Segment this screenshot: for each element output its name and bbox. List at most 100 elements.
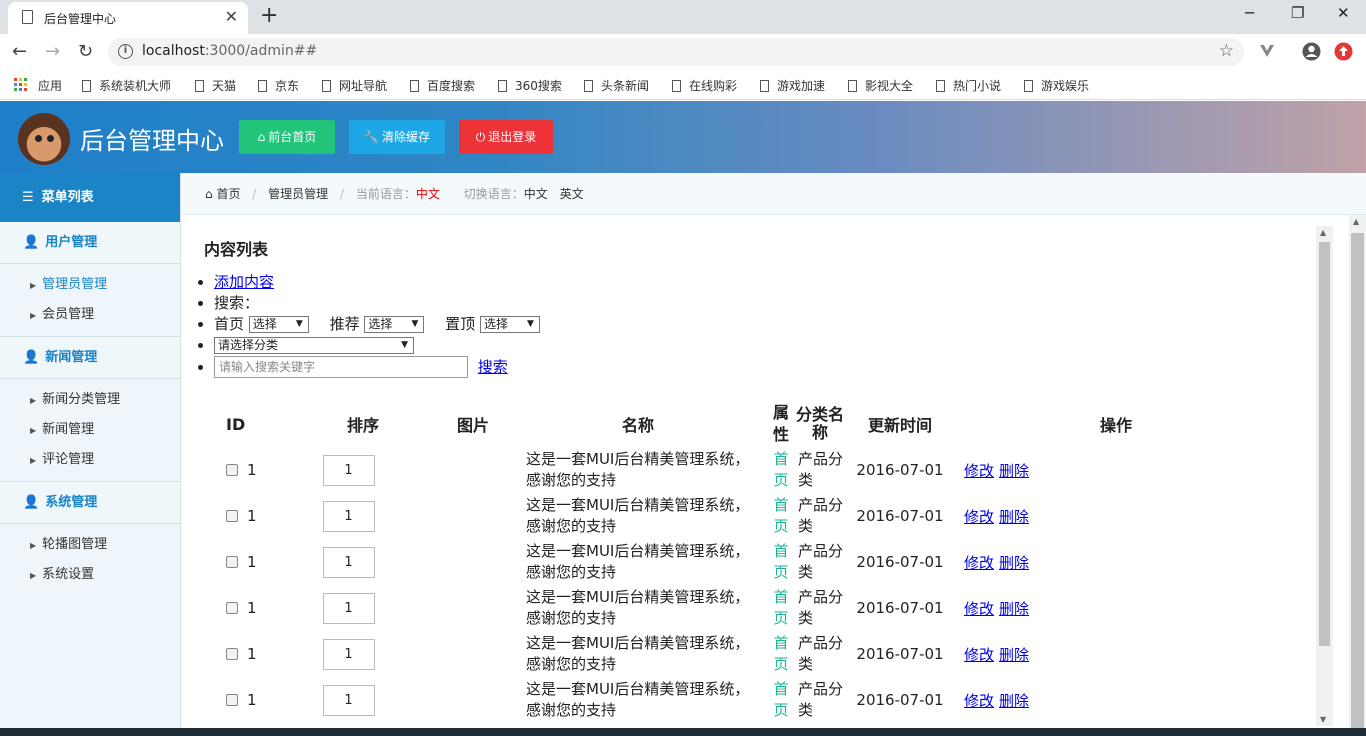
scrollbar-thumb[interactable] (1319, 242, 1330, 646)
cell-order: 1 (288, 677, 438, 723)
sidebar: ☰ 菜单列表 👤 用户管理 ▶ 管理员管理 ▶ 会员管理 👤 新闻管理 ▶ 新闻分类管理 ▶… (0, 173, 181, 736)
bookmark-item[interactable]: 系统装机大师 (82, 77, 171, 94)
breadcrumb-page[interactable]: 管理员管理 (268, 187, 328, 201)
scrollbar-thumb[interactable] (1351, 233, 1364, 728)
search-input[interactable]: 请输入搜索关键字 (214, 356, 468, 378)
avatar-eye (47, 135, 54, 142)
bookmark-item[interactable]: 游戏娱乐 (1024, 77, 1089, 94)
clear-cache-button[interactable]: 🔧 清除缓存 (349, 120, 445, 154)
row-checkbox[interactable] (226, 648, 238, 660)
row-checkbox[interactable] (226, 556, 238, 568)
add-content-link[interactable]: 添加内容 (214, 273, 274, 291)
sidebar-section-news[interactable]: 👤 新闻管理 (0, 337, 180, 379)
table-row: 1 1 这是一套MUI后台精美管理系统，感谢您的支持 首页 产品分类 2016-07-01… (218, 585, 1278, 631)
delete-link[interactable]: 删除 (999, 462, 1029, 480)
bookmark-label: 百度搜索 (427, 79, 476, 93)
bookmark-apps[interactable]: 应用 (38, 77, 62, 94)
row-checkbox[interactable] (226, 694, 238, 706)
order-input[interactable]: 1 (322, 684, 375, 716)
delete-link[interactable]: 删除 (999, 508, 1029, 526)
sidebar-item-carousel[interactable]: ▶ 轮播图管理 (0, 530, 180, 560)
bookmark-item[interactable]: 京东 (258, 77, 299, 94)
cell-id: 1 (218, 585, 288, 631)
row-checkbox[interactable] (226, 464, 238, 476)
edit-link[interactable]: 修改 (964, 600, 994, 618)
window-close-icon[interactable]: ✕ (1337, 4, 1350, 22)
bookmark-label: 在线购彩 (689, 79, 738, 93)
sidebar-section-system[interactable]: 👤 系统管理 (0, 482, 180, 524)
tab-close-icon[interactable]: ✕ (225, 7, 238, 26)
update-icon[interactable] (1334, 42, 1353, 61)
sidebar-item-news[interactable]: ▶ 新闻管理 (0, 415, 180, 445)
bookmark-item[interactable]: 网址导航 (322, 77, 387, 94)
bookmark-item[interactable]: 影视大全 (848, 77, 913, 94)
top-select[interactable]: 选择 ▼ (479, 316, 540, 333)
frontend-home-button[interactable]: ⌂ 前台首页 (239, 120, 335, 154)
table-row: 1 1 这是一套MUI后台精美管理系统，感谢您的支持 首页 产品分类 2016-07-01… (218, 677, 1278, 723)
sidebar-item-news-category[interactable]: ▶ 新闻分类管理 (0, 385, 180, 415)
recommend-select[interactable]: 选择 ▼ (364, 316, 425, 333)
search-link[interactable]: 搜索 (478, 358, 508, 376)
list-item: 请输入搜索关键字 搜索 (214, 356, 540, 378)
select-value: 选择 (483, 317, 508, 331)
sidebar-item-settings[interactable]: ▶ 系统设置 (0, 560, 180, 590)
profile-icon[interactable] (1302, 42, 1321, 61)
scroll-up-icon[interactable]: ▲ (1320, 228, 1326, 237)
home-select[interactable]: 选择 ▼ (248, 316, 309, 333)
back-icon[interactable]: ← (12, 41, 27, 62)
bookmark-item[interactable]: 热门小说 (936, 77, 1001, 94)
order-input[interactable]: 1 (322, 500, 375, 532)
edit-link[interactable]: 修改 (964, 508, 994, 526)
delete-link[interactable]: 删除 (999, 646, 1029, 664)
scroll-up-icon[interactable]: ▲ (1353, 217, 1359, 226)
logout-button[interactable]: ⏻ 退出登录 (459, 120, 553, 154)
row-checkbox[interactable] (226, 510, 238, 522)
breadcrumb-separator: / (340, 187, 345, 201)
info-icon[interactable]: i (118, 44, 133, 59)
delete-link[interactable]: 删除 (999, 600, 1029, 618)
new-tab-icon[interactable]: + (260, 3, 278, 28)
edit-link[interactable]: 修改 (964, 462, 994, 480)
delete-link[interactable]: 删除 (999, 692, 1029, 710)
order-input[interactable]: 1 (322, 546, 375, 578)
sidebar-item-admin[interactable]: ▶ 管理员管理 (0, 270, 180, 300)
url-input[interactable]: i localhost:3000/admin## ☆ (108, 38, 1244, 66)
scroll-down-icon[interactable]: ▼ (1320, 715, 1326, 724)
language-zh-link[interactable]: 中文 (524, 187, 548, 201)
edit-link[interactable]: 修改 (964, 692, 994, 710)
maximize-icon[interactable]: ❐ (1291, 4, 1304, 22)
edit-link[interactable]: 修改 (964, 646, 994, 664)
bookmark-item[interactable]: 360搜索 (498, 77, 562, 94)
page-icon (498, 80, 507, 92)
sidebar-section-users[interactable]: 👤 用户管理 (0, 222, 180, 264)
order-input[interactable]: 1 (322, 454, 375, 486)
breadcrumb-home[interactable]: 首页 (216, 187, 240, 201)
bookmark-label: 头条新闻 (601, 79, 650, 93)
edit-link[interactable]: 修改 (964, 554, 994, 572)
order-input[interactable]: 1 (322, 638, 375, 670)
reload-icon[interactable]: ↻ (78, 41, 93, 62)
content-scrollbar[interactable]: ▲ ▼ (1316, 226, 1333, 726)
bookmark-item[interactable]: 百度搜索 (410, 77, 475, 94)
bookmark-item[interactable]: 头条新闻 (584, 77, 649, 94)
page-scrollbar[interactable]: ▲ (1349, 215, 1366, 728)
language-en-link[interactable]: 英文 (560, 187, 584, 201)
cell-ops: 修改 删除 (954, 585, 1278, 631)
cell-attr: 首页 (773, 450, 789, 489)
category-select[interactable]: 请选择分类 ▼ (214, 337, 414, 354)
bookmark-item[interactable]: 天猫 (195, 77, 236, 94)
extension-icon[interactable] (1258, 42, 1276, 60)
bookmark-item[interactable]: 游戏加速 (760, 77, 825, 94)
sidebar-item-comments[interactable]: ▶ 评论管理 (0, 445, 180, 475)
forward-icon[interactable]: → (45, 41, 60, 62)
sidebar-item-members[interactable]: ▶ 会员管理 (0, 300, 180, 330)
bookmark-star-icon[interactable]: ☆ (1219, 41, 1234, 61)
browser-tab[interactable]: 后台管理中心 ✕ (8, 2, 248, 34)
order-input[interactable]: 1 (322, 592, 375, 624)
delete-link[interactable]: 删除 (999, 554, 1029, 572)
minimize-icon[interactable]: ─ (1245, 4, 1254, 22)
bookmark-item[interactable]: 在线购彩 (672, 77, 737, 94)
column-header-category: 分类名称 (795, 405, 844, 442)
row-checkbox[interactable] (226, 602, 238, 614)
caret-right-icon: ▶ (30, 571, 37, 580)
